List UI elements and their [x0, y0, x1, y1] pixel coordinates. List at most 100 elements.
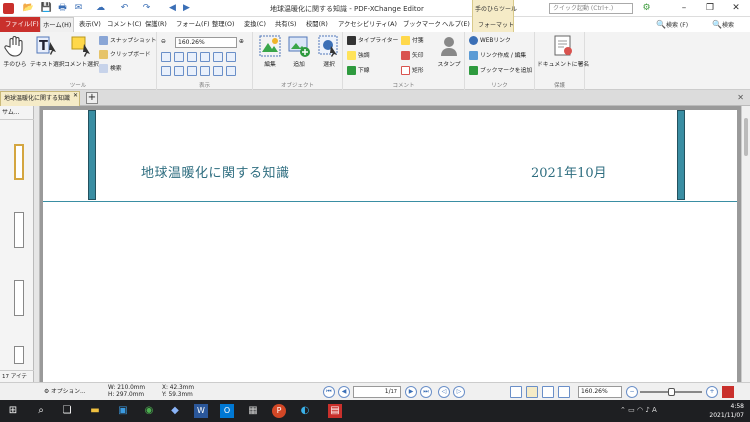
status-zoom-select[interactable]: 160.26%	[578, 386, 622, 398]
comment-select-button[interactable]: コメント選択	[64, 34, 99, 68]
page-thumbnail[interactable]	[14, 212, 24, 248]
add-bookmark-button[interactable]: ブックマークを追加	[469, 66, 532, 77]
select-object-button[interactable]: 選択	[317, 34, 341, 68]
underline-button[interactable]: 下線	[347, 66, 370, 77]
add-object-button[interactable]: 追加	[287, 34, 311, 68]
page-number-input[interactable]: 1/17	[353, 386, 401, 398]
continuous-page-icon[interactable]	[526, 386, 538, 398]
page-thumbnail[interactable]	[14, 144, 24, 180]
task-view-icon[interactable]: ❏	[60, 404, 74, 418]
attach-icon[interactable]	[200, 66, 210, 76]
prev-page-icon[interactable]: ◀	[338, 386, 350, 398]
tab-view[interactable]: 表示(V)	[77, 17, 103, 32]
status-zoom-out-icon[interactable]: −	[626, 386, 638, 398]
pdf-xchange-taskbar-icon[interactable]: ▤	[328, 404, 342, 418]
zoom-in-icon[interactable]: ⊕	[239, 37, 244, 48]
comment-list-icon[interactable]	[187, 66, 197, 76]
print-icon[interactable]: 🖶	[56, 2, 69, 14]
settings-icon[interactable]: ⚙	[640, 2, 653, 14]
file-explorer-icon[interactable]: ▬	[88, 404, 102, 418]
next-page-icon[interactable]: ▶	[405, 386, 417, 398]
tab-comment[interactable]: コメント(C)	[105, 17, 144, 32]
store-icon[interactable]: ▣	[116, 404, 130, 418]
wifi-icon[interactable]: ◠	[637, 406, 643, 414]
app-icon-generic[interactable]: ◆	[168, 404, 182, 418]
refresh-icon[interactable]	[213, 66, 223, 76]
calculator-icon[interactable]: ▦	[246, 404, 260, 418]
close-document-icon[interactable]: ✕	[737, 93, 744, 102]
volume-icon[interactable]: ♪	[645, 406, 649, 414]
chrome-icon[interactable]: ◉	[142, 404, 156, 418]
last-page-icon[interactable]: ⏭	[420, 386, 432, 398]
maximize-button[interactable]: ❐	[698, 1, 722, 15]
zoom-slider[interactable]	[640, 388, 702, 396]
undo-icon[interactable]: ↶	[118, 2, 131, 14]
back-view-icon[interactable]: ◁	[438, 386, 450, 398]
edge-icon[interactable]: ◐	[298, 404, 312, 418]
text-select-button[interactable]: T テキスト選択	[30, 34, 65, 68]
back-icon[interactable]: ◀	[166, 2, 179, 14]
forward-view-icon[interactable]: ▷	[453, 386, 465, 398]
vertical-scrollbar[interactable]	[741, 106, 750, 382]
save-icon[interactable]: 💾	[40, 2, 53, 14]
search-button[interactable]: 検索 (F)	[666, 20, 688, 29]
edit-button[interactable]: 編集	[258, 34, 282, 68]
web-link-button[interactable]: WEBリンク	[469, 36, 511, 47]
ime-indicator[interactable]: A	[652, 406, 657, 414]
snapshot-button[interactable]: スナップショット	[99, 36, 156, 47]
zoom-select[interactable]: 160.26%	[175, 37, 237, 48]
word-icon[interactable]: W	[194, 404, 208, 418]
options-button[interactable]: ⚙ オプション...	[44, 383, 86, 401]
tab-form[interactable]: フォーム(F)	[174, 17, 212, 32]
search-tool-button[interactable]: 検索	[99, 64, 122, 75]
highlight-button[interactable]: 強調	[347, 51, 370, 62]
rotate-left-icon[interactable]	[200, 52, 210, 62]
cloud-icon[interactable]: ☁	[94, 2, 107, 14]
forward-icon[interactable]: ▶	[180, 2, 193, 14]
tray-chevron-icon[interactable]: ⌃	[620, 406, 626, 414]
taskbar-clock[interactable]: 4:58 2021/11/07	[709, 402, 744, 420]
taskbar-search-icon[interactable]: ⌕	[34, 404, 48, 418]
document-tab[interactable]: 地球温暖化に関する知識	[0, 91, 80, 106]
first-page-icon[interactable]: ⏮	[323, 386, 335, 398]
new-tab-button[interactable]: +	[86, 92, 98, 104]
sticky-note-button[interactable]: 付箋	[401, 36, 424, 47]
close-tab-icon[interactable]: ✕	[73, 92, 78, 99]
page-thumbnail[interactable]	[14, 346, 24, 364]
outlook-icon[interactable]: O	[220, 404, 234, 418]
typewriter-button[interactable]: タイプライター	[347, 36, 398, 47]
view-mode-icon[interactable]	[226, 52, 236, 62]
fit-page-icon[interactable]	[161, 52, 171, 62]
zoom-out-icon[interactable]: ⊖	[161, 37, 166, 48]
tab-format[interactable]: フォーマット	[478, 20, 514, 29]
email-icon[interactable]: ✉	[72, 2, 85, 14]
tab-bookmark[interactable]: ブックマーク	[401, 17, 443, 32]
arrow-button[interactable]: 矢印	[401, 51, 424, 62]
redo-icon[interactable]: ↷	[140, 2, 153, 14]
app-icon[interactable]	[3, 3, 14, 14]
quick-search-input[interactable]: クイック起動 (Ctrl+.)	[549, 3, 633, 14]
single-page-icon[interactable]	[510, 386, 522, 398]
tab-accessibility[interactable]: アクセシビリティ(A)	[336, 17, 399, 32]
minimize-button[interactable]: –	[672, 1, 696, 15]
tab-file[interactable]: ファイル(F)	[0, 17, 44, 32]
rectangle-button[interactable]: 矩形	[401, 66, 424, 77]
search-button-2[interactable]: 検索	[722, 20, 734, 29]
facing-page-icon[interactable]	[542, 386, 554, 398]
actual-size-icon[interactable]	[187, 52, 197, 62]
fit-width-icon[interactable]	[174, 52, 184, 62]
page-layout-icon[interactable]	[174, 66, 184, 76]
tab-share[interactable]: 共有(S)	[273, 17, 299, 32]
reflow-icon[interactable]	[226, 66, 236, 76]
bookmark-icon[interactable]	[161, 66, 171, 76]
tab-protect[interactable]: 保護(R)	[143, 17, 169, 32]
tab-convert[interactable]: 変換(C)	[242, 17, 268, 32]
powerpoint-icon[interactable]: P	[272, 404, 286, 418]
tab-review[interactable]: 校閲(R)	[304, 17, 330, 32]
open-icon[interactable]: 📂	[22, 2, 35, 14]
status-zoom-in-icon[interactable]: +	[706, 386, 718, 398]
sign-document-button[interactable]: ドキュメントに署名	[537, 34, 589, 68]
close-button[interactable]: ✕	[724, 1, 748, 15]
page-thumbnail[interactable]	[14, 280, 24, 316]
hand-tool-button[interactable]: 手のひら	[3, 34, 27, 68]
